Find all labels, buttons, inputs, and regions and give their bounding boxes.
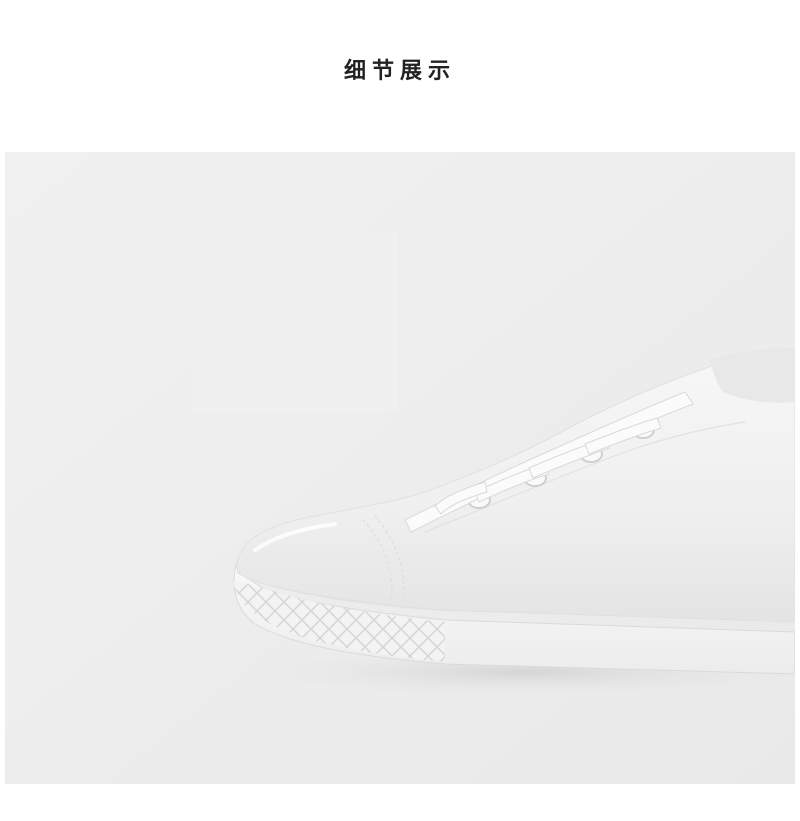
- shoe-detail-photo: [5, 152, 795, 784]
- section-title: 细节展示: [343, 59, 456, 84]
